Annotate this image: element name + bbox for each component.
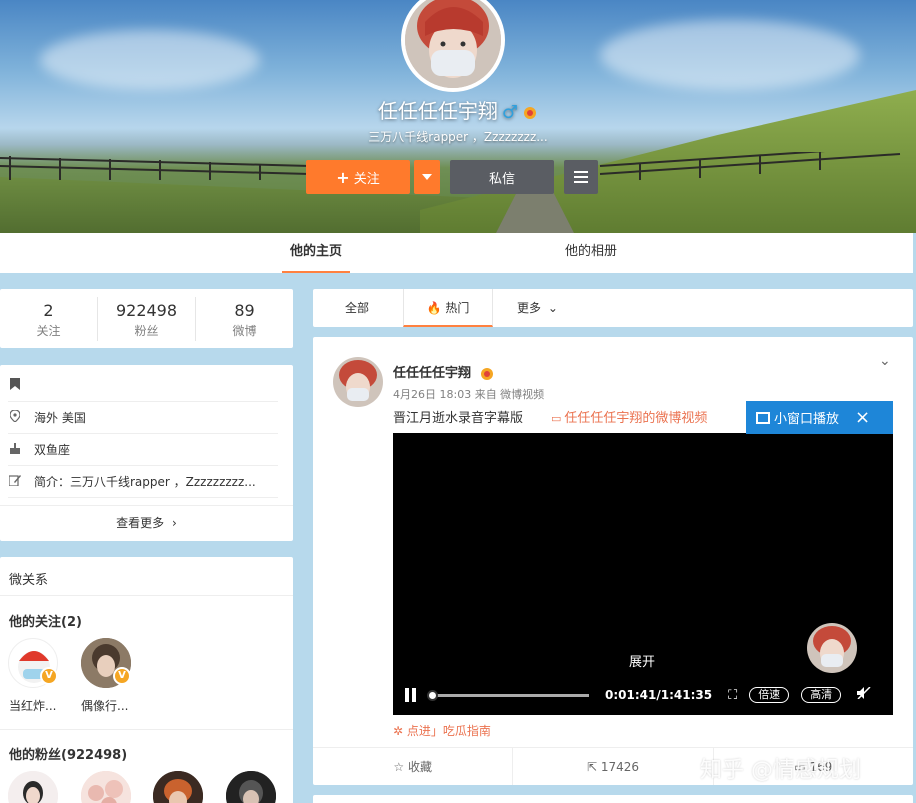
collect-label: 收藏 — [407, 760, 432, 774]
fan-avatar-3[interactable] — [153, 771, 203, 803]
message-button[interactable]: 私信 — [450, 160, 554, 194]
stat-fans[interactable]: 922498 粉丝 — [98, 297, 196, 341]
pause-icon[interactable] — [405, 688, 417, 702]
relations-title: 微关系 — [9, 573, 49, 588]
post-author-avatar[interactable] — [333, 357, 383, 407]
stat-label: 关注 — [36, 324, 61, 338]
view-more-link[interactable]: 查看更多 › — [0, 505, 293, 541]
fire-icon: 🔥 — [426, 301, 442, 315]
mini-window-bar[interactable]: 小窗口播放 × — [746, 401, 893, 434]
feed-tab-all[interactable]: 全部 — [345, 289, 369, 327]
verified-badge-icon: V — [113, 667, 131, 685]
speed-button[interactable]: 倍速 — [749, 687, 790, 703]
plus-icon: + — [336, 167, 350, 187]
post-text: 晋江月逝水录音字幕版 — [393, 411, 524, 426]
location-icon — [8, 409, 22, 425]
stat-posts[interactable]: 89 微博 — [196, 297, 293, 341]
stats-card: 2 关注 922498 粉丝 89 微博 — [0, 289, 293, 348]
watermark: 知乎 @情感规划 — [700, 758, 861, 783]
video-time: 0:01:41/1:41:35 — [605, 688, 713, 702]
share-button[interactable]: ⇱ 17426 — [513, 748, 714, 785]
follow-label: 关注 — [353, 171, 380, 187]
video-controls: 0:01:41/1:41:35 ⛶ 倍速 高清 — [393, 675, 893, 715]
following-title[interactable]: 他的关注(2) — [9, 611, 82, 630]
edit-icon — [8, 474, 22, 489]
flower-icon: ✲ — [393, 724, 407, 738]
video-icon: ▭ — [551, 412, 562, 425]
profile-name: 任任任任宇翔 — [377, 99, 498, 123]
next-post-card — [313, 795, 913, 803]
location-text: 海外 美国 — [34, 411, 86, 425]
chevron-down-icon: ⌄ — [547, 301, 558, 315]
info-row-intro: 简介：三万八千线rapper ，Zzzzzzzzz... — [8, 466, 278, 498]
following-name-2[interactable]: 偶像行... — [81, 697, 128, 714]
intro-text: 简介：三万八千线rapper ，Zzzzzzzzz... — [34, 475, 256, 489]
stat-value: 89 — [234, 301, 255, 320]
fans-title[interactable]: 他的粉丝(922498) — [9, 744, 127, 763]
profile-tabs: 他的主页 他的相册 — [0, 233, 913, 273]
quality-button[interactable]: 高清 — [801, 687, 842, 703]
caret-down-icon — [422, 174, 432, 180]
info-card: 海外 美国 双鱼座 简介：三万八千线rapper ，Zzzzzzzzz... 查… — [0, 365, 293, 541]
feed-tab-hot-label: 热门 — [445, 301, 470, 315]
progress-handle[interactable] — [427, 689, 438, 701]
fan-avatar-2[interactable] — [81, 771, 131, 803]
post-author-text: 任任任任宇翔 — [393, 366, 472, 381]
star-icon: ☆ — [393, 760, 408, 774]
verified-badge-icon: V — [40, 667, 58, 685]
stat-label: 粉丝 — [134, 324, 159, 338]
share-icon: ⇱ — [586, 760, 601, 774]
following-name-1[interactable]: 当红炸... — [9, 697, 56, 714]
video-player[interactable]: 展开 0:01:41/1:41:35 ⛶ 倍速 高清 — [393, 433, 893, 715]
bookmark-icon — [8, 378, 22, 393]
follow-button[interactable]: + 关注 — [306, 160, 410, 194]
feed-tab-more-label: 更多 — [517, 301, 542, 315]
post-options-chevron-icon[interactable]: ⌄ — [879, 353, 891, 369]
fan-avatar-4[interactable] — [226, 771, 276, 803]
progress-bar[interactable] — [427, 689, 589, 701]
feed-tab-more[interactable]: 更多 ⌄ — [517, 289, 558, 327]
chevron-right-icon: › — [172, 516, 177, 530]
follow-dropdown-button[interactable] — [414, 160, 440, 194]
relations-card: 微关系 他的关注(2) V V 当红炸... 偶像行... 他的粉丝(92249… — [0, 557, 293, 803]
mini-window-label: 小窗口播放 — [774, 412, 840, 427]
collect-button[interactable]: ☆ 收藏 — [313, 748, 514, 785]
mute-icon[interactable] — [857, 686, 871, 703]
hamburger-icon — [574, 171, 588, 183]
tab-album[interactable]: 他的相册 — [556, 233, 626, 273]
info-row-badge — [8, 370, 278, 402]
fan-avatar-1[interactable] — [8, 771, 58, 803]
vip-icon — [480, 367, 493, 380]
post-video-link[interactable]: ▭ 任任任任宇翔的微博视频 — [551, 407, 707, 426]
stat-label: 微博 — [232, 324, 257, 338]
post-meta: 4月26日 18:03 来自 微博视频 — [393, 388, 545, 401]
more-menu-button[interactable] — [564, 160, 598, 194]
profile-actions: + 关注 私信 — [306, 160, 598, 194]
info-row-location: 海外 美国 — [8, 402, 278, 434]
vip-icon — [524, 106, 537, 119]
stat-following[interactable]: 2 关注 — [0, 297, 98, 341]
zodiac-text: 双鱼座 — [34, 443, 71, 457]
info-row-zodiac: 双鱼座 — [8, 434, 278, 466]
close-icon[interactable]: × — [855, 407, 870, 428]
cake-icon — [8, 442, 22, 457]
male-icon: ♂ — [501, 102, 519, 123]
feed-tab-hot[interactable]: 🔥 热门 — [403, 289, 493, 327]
profile-name-row: 任任任任宇翔 ♂ — [0, 95, 916, 124]
fullscreen-icon[interactable]: ⛶ — [728, 688, 737, 703]
tab-home[interactable]: 他的主页 — [282, 233, 350, 273]
video-uploader-avatar[interactable] — [807, 623, 857, 673]
guide-link[interactable]: ✲ 点进」吃瓜指南 — [393, 722, 491, 739]
profile-bio: 三万八千线rapper ，Zzzzzzzz... — [368, 130, 548, 144]
mini-window-icon — [756, 411, 770, 424]
stat-value: 2 — [43, 301, 54, 320]
view-more-label: 查看更多 — [116, 516, 165, 530]
post-video-link-text: 任任任任宇翔的微博视频 — [564, 411, 708, 426]
guide-link-text: 点进」吃瓜指南 — [406, 724, 491, 738]
video-expand[interactable]: 展开 — [629, 651, 655, 670]
stat-value: 922498 — [115, 301, 178, 320]
post-author-name[interactable]: 任任任任宇翔 — [393, 362, 495, 381]
share-count: 17426 — [600, 760, 640, 774]
feed-tabs: 全部 🔥 热门 更多 ⌄ — [313, 289, 913, 327]
